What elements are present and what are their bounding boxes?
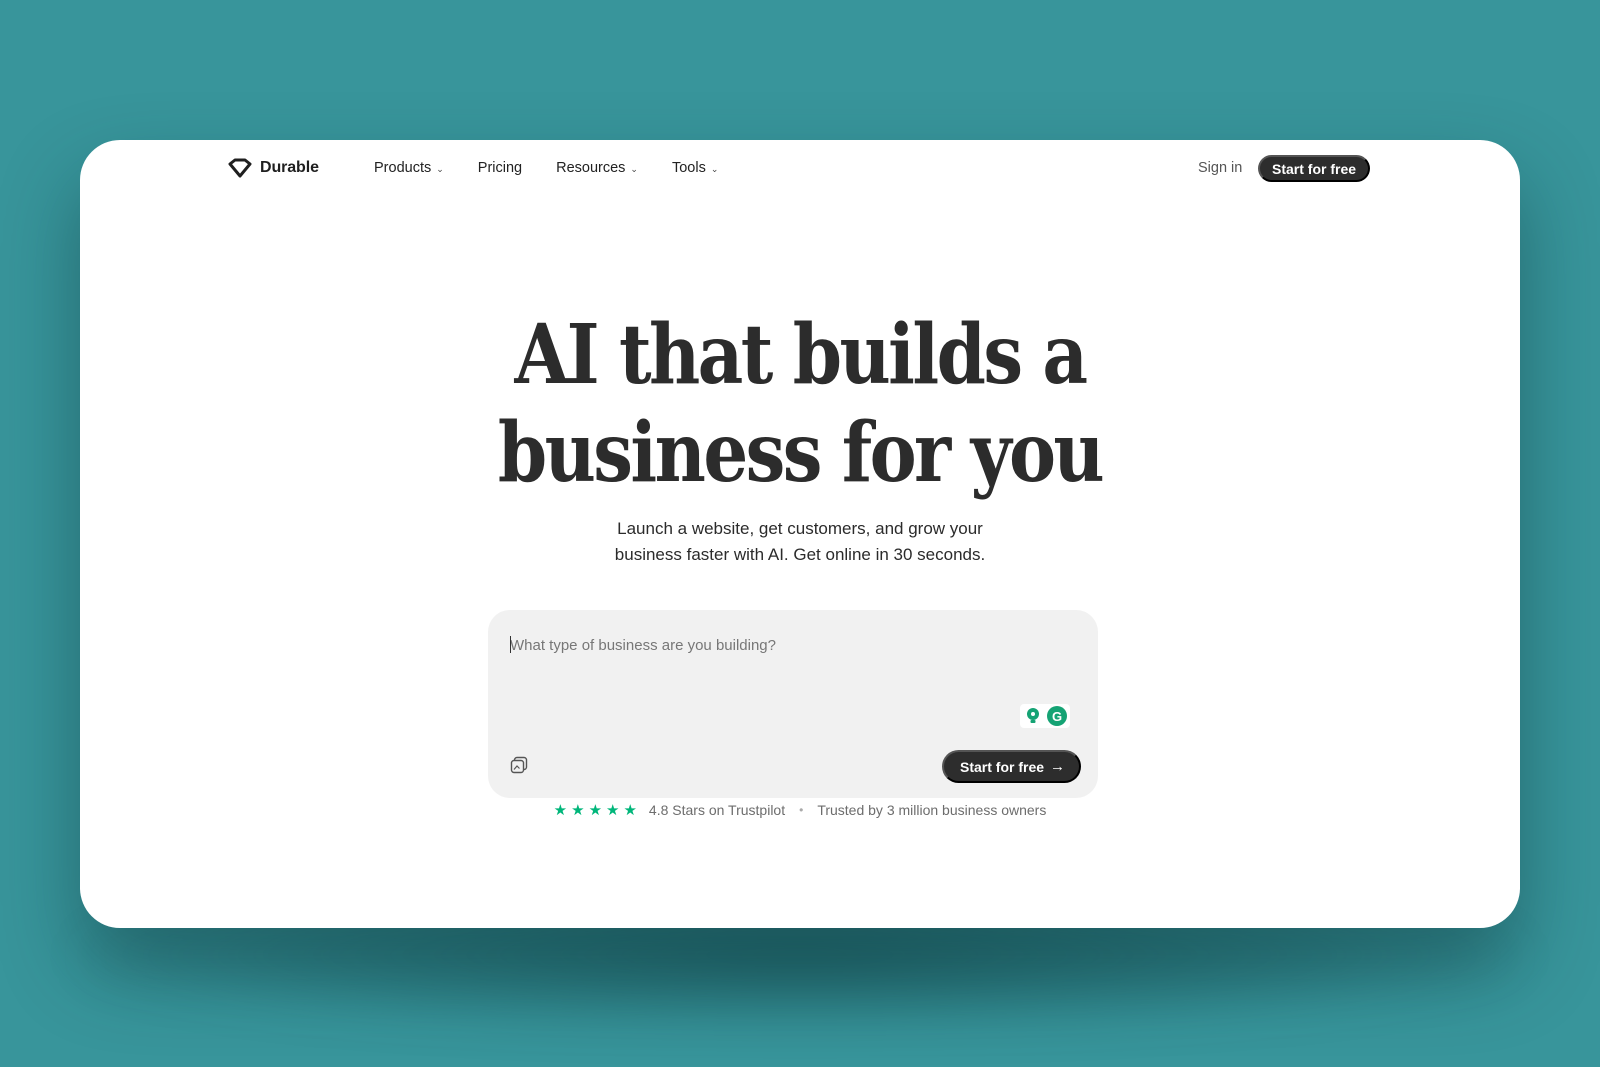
chevron-down-icon: ⌄ [710, 163, 719, 174]
diamond-logo-icon [228, 158, 252, 178]
hero-title-line: business for you [497, 405, 1105, 501]
trustpilot-stars: ★ ★ ★ ★ ★ [554, 803, 637, 818]
separator-dot: • [799, 803, 804, 817]
nav-item-resources[interactable]: Resources ⌄ [556, 160, 638, 176]
prompt-start-free-button[interactable]: Start for free → [942, 750, 1082, 783]
hero-subtitle-line: Launch a website, get customers, and gro… [617, 519, 983, 538]
trust-row: ★ ★ ★ ★ ★ 4.8 Stars on Trustpilot • Trus… [80, 802, 1520, 818]
trusted-text: Trusted by 3 million business owners [817, 802, 1047, 818]
business-prompt-box: G Start for free → [488, 610, 1098, 798]
nav-item-pricing[interactable]: Pricing [478, 160, 522, 176]
star-icon: ★ [623, 801, 637, 819]
hero-title-line: AI that builds a [514, 307, 1088, 403]
business-type-input[interactable] [510, 630, 1070, 660]
brand-logo[interactable]: Durable [228, 158, 319, 178]
hero-subtitle: Launch a website, get customers, and gro… [80, 516, 1520, 568]
nav-item-label: Pricing [477, 160, 523, 176]
nav-item-label: Tools [671, 160, 706, 176]
extension-icons: G [1020, 704, 1070, 728]
grammarly-icon[interactable]: G [1047, 706, 1067, 726]
button-label: Start for free [960, 758, 1045, 775]
sign-in-link[interactable]: Sign in [1198, 160, 1242, 176]
star-icon: ★ [553, 801, 568, 819]
top-nav: Durable Products ⌄ Pricing Resources ⌄ T… [80, 140, 1520, 200]
text-caret [510, 636, 511, 653]
primary-nav: Products ⌄ Pricing Resources ⌄ Tools ⌄ [374, 160, 718, 176]
nav-item-label: Resources [556, 160, 626, 176]
lightbulb-icon[interactable] [1023, 706, 1043, 726]
star-icon: ★ [571, 801, 585, 819]
nav-item-products[interactable]: Products ⌄ [374, 160, 444, 176]
image-gallery-icon[interactable] [510, 756, 528, 774]
browser-window: Durable Products ⌄ Pricing Resources ⌄ T… [80, 140, 1520, 928]
star-icon: ★ [588, 801, 603, 819]
star-icon: ★ [606, 801, 620, 819]
nav-item-tools[interactable]: Tools ⌄ [672, 160, 718, 176]
hero-subtitle-line: business faster with AI. Get online in 3… [614, 545, 986, 564]
hero-title: AI that builds a business for you [181, 306, 1419, 502]
nav-start-free-button[interactable]: Start for free [1258, 155, 1371, 182]
chevron-down-icon: ⌄ [630, 163, 638, 174]
arrow-right-icon: → [1050, 758, 1066, 775]
nav-item-label: Products [374, 160, 432, 176]
chevron-down-icon: ⌄ [436, 163, 444, 174]
brand-name: Durable [260, 159, 319, 176]
rating-text: 4.8 Stars on Trustpilot [648, 802, 786, 818]
